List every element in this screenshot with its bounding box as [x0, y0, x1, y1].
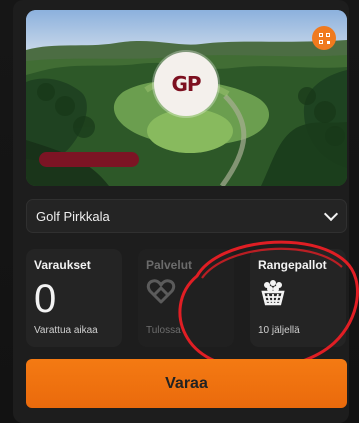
heart-link-icon [146, 279, 176, 304]
chevron-down-icon [323, 206, 339, 221]
book-button[interactable]: Varaa [26, 359, 347, 408]
course-hero-image: GP [26, 10, 347, 186]
golf-app-screen: GP Golf Pirkkala Varaukset 0 Varattua ai… [0, 0, 359, 423]
services-tile: Palvelut Tulossa [138, 249, 234, 347]
club-selector-value: Golf Pirkkala [36, 208, 110, 224]
services-title: Palvelut [146, 258, 193, 272]
range-balls-subtitle: 10 jäljellä [258, 325, 300, 336]
bookings-subtitle: Varattua aikaa [34, 325, 98, 336]
range-balls-title: Rangepallot [258, 258, 327, 272]
bookings-count: 0 [34, 277, 57, 321]
club-name-placeholder [39, 152, 139, 167]
bookings-title: Varaukset [34, 258, 91, 272]
bookings-tile[interactable]: Varaukset 0 Varattua aikaa [26, 249, 122, 347]
qr-code-icon [318, 32, 330, 44]
qr-code-button[interactable] [312, 26, 336, 50]
range-balls-tile[interactable]: Rangepallot 10 jäljellä [250, 249, 346, 347]
club-logo: GP [154, 52, 218, 116]
range-balls-basket-icon [261, 280, 285, 306]
services-subtitle: Tulossa [146, 325, 181, 336]
club-logo-text: GP [171, 72, 201, 96]
club-selector[interactable]: Golf Pirkkala [26, 199, 347, 233]
